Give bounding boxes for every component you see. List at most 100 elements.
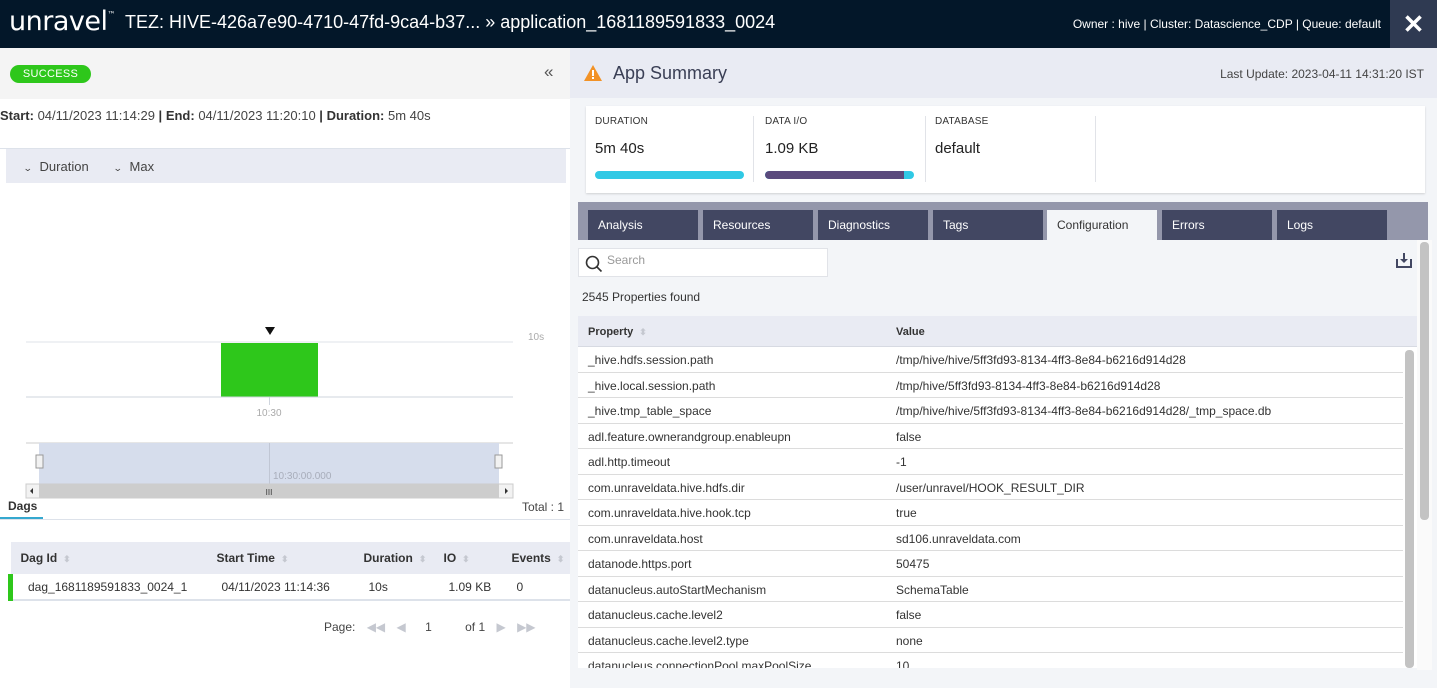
properties-found: 2545 Properties found — [582, 290, 701, 304]
col-label: Duration — [363, 551, 413, 565]
chart-svg: 10:30 10s 10:30:00.000 III — [25, 327, 544, 499]
table-row[interactable]: adl.feature.ownerandgroup.enableupn false — [578, 424, 1403, 449]
table-row[interactable]: com.unraveldata.host sd106.unraveldata.co… — [578, 526, 1403, 551]
download-icon[interactable] — [1396, 252, 1412, 268]
sort-icon: ⬍ — [280, 554, 289, 564]
table-row[interactable]: dag_1681189591833_0024_1 04/11/2023 11:1… — [8, 574, 570, 601]
dag-io: 1.09 KB — [433, 574, 502, 601]
tab-tags[interactable]: Tags — [933, 210, 1043, 240]
top-bar: unravel™ TEZ: HIVE-426a7e90-4710-47fd-9c… — [0, 0, 1437, 48]
dags-total: Total : 1 — [521, 500, 564, 514]
tab-dags[interactable]: Dags — [0, 494, 43, 520]
property-name: com.unraveldata.hive.hdfs.dir — [588, 480, 745, 495]
card-value: 1.09 KB — [765, 140, 819, 157]
table-row[interactable]: _hive.local.session.path/tmp/hive/5ff3fd… — [578, 373, 1403, 398]
pagination: Page: ◀◀ ◀ 1 of 1 ▶ ▶▶ — [324, 620, 544, 634]
collapse-panel-icon[interactable]: « — [544, 62, 553, 82]
y-tick-label: 10s — [528, 332, 544, 343]
run-times: Start: 04/11/2023 11:14:29 | End: 04/11/… — [0, 108, 431, 123]
first-page-icon[interactable]: ◀◀ — [367, 620, 385, 634]
col-events[interactable]: Events ⬍ — [501, 542, 570, 574]
table-row[interactable]: com.unraveldata.hive.hdfs.dir/user/unrav… — [578, 475, 1403, 500]
tab-errors[interactable]: Errors — [1162, 210, 1272, 240]
prev-page-icon[interactable]: ◀ — [397, 620, 406, 634]
property-value: /user/unravel/HOOK_RESULT_DIR — [896, 480, 1085, 495]
property-name: com.unraveldata.hive.hook.tcp — [588, 506, 751, 520]
page-label: Page: — [324, 620, 356, 634]
property-name: adl.http.timeout — [588, 455, 671, 469]
last-update: Last Update: 2023-04-11 14:31:20 IST — [1220, 67, 1424, 81]
tab-configuration[interactable]: Configuration — [1047, 210, 1157, 240]
duration-chart: 10:30 10s 10:30:00.000 III — [0, 183, 570, 503]
chevron-down-icon: ⌄ — [112, 163, 123, 173]
panel-scrollbar[interactable] — [1420, 242, 1429, 520]
chart-bar[interactable] — [221, 343, 318, 397]
last-page-icon[interactable]: ▶▶ — [517, 620, 535, 634]
table-row[interactable]: datanucleus.connectionPool.maxPoolSize 10 — [578, 653, 1403, 668]
table-scrollbar[interactable] — [1405, 350, 1414, 668]
marker-triangle-icon[interactable] — [265, 327, 275, 335]
property-value: false — [896, 429, 922, 444]
aggregation-label: Max — [129, 159, 155, 174]
table-row[interactable]: datanucleus.autoStartMechanism SchemaTabl… — [578, 577, 1403, 602]
tab-diagnostics[interactable]: Diagnostics — [818, 210, 928, 240]
metric-label: Duration — [39, 159, 89, 174]
col-label: IO — [443, 551, 457, 565]
page-number-input[interactable]: 1 — [425, 620, 432, 634]
property-value: /tmp/hive/5ff3fd93-8134-4ff3-8e84-b6216d… — [896, 378, 1161, 393]
property-name: com.unraveldata.host — [588, 531, 703, 546]
table-row[interactable]: _hive.hdfs.session.path/tmp/hive/hive/5f… — [578, 347, 1403, 373]
col-start-time[interactable]: Start Time ⬍ — [206, 542, 354, 574]
table-row[interactable]: _hive.tmp_table_space/tmp/hive/hive/5ff3… — [578, 398, 1403, 424]
table-header: Dag Id ⬍ Start Time ⬍ Duration ⬍ IO ⬍ Events… — [10, 542, 570, 574]
divider — [0, 519, 570, 520]
sort-icon: ⬍ — [556, 554, 565, 564]
navigator-handle-right[interactable] — [494, 454, 503, 469]
navigator-handle-left[interactable] — [35, 454, 44, 469]
aggregation-dropdown[interactable]: ⌄ Max — [112, 159, 155, 174]
property-name: adl.feature.ownerandgroup.enableupn — [588, 429, 791, 444]
app-summary-header: App Summary Last Update: 2023-04-11 14:3… — [570, 48, 1437, 98]
table-row[interactable]: datanode.https.port 50475 — [578, 551, 1403, 577]
tab-analysis[interactable]: Analysis — [588, 210, 698, 240]
chart-filter-bar: ⌄ Duration ⌄ Max — [6, 149, 566, 183]
col-dag-id[interactable]: Dag Id ⬍ — [10, 542, 207, 574]
tab-logs[interactable]: Logs — [1277, 210, 1387, 240]
dag-id[interactable]: dag_1681189591833_0024_1 — [8, 574, 207, 601]
col-duration[interactable]: Duration ⬍ — [353, 542, 434, 574]
warning-icon — [584, 65, 602, 81]
search-input[interactable] — [607, 253, 817, 267]
tab-resources[interactable]: Resources — [703, 210, 813, 240]
property-value: /tmp/hive/hive/5ff3fd93-8134-4ff3-8e84-b… — [896, 353, 1186, 367]
property-value: 50475 — [896, 557, 930, 571]
property-name: datanucleus.connectionPool.maxPoolSize — [588, 659, 812, 668]
table-row[interactable]: datanucleus.cache.level2 false — [578, 602, 1403, 628]
next-page-icon[interactable]: ▶ — [496, 620, 505, 634]
card-value: default — [935, 140, 981, 157]
table-row[interactable]: adl.http.timeout -1 — [578, 449, 1403, 475]
metric-dropdown[interactable]: ⌄ Duration — [23, 159, 89, 174]
col-property[interactable]: Property ⬍ — [588, 326, 647, 338]
property-value: sd106.unraveldata.com — [896, 531, 1021, 546]
sep: | — [315, 108, 327, 123]
summary-cards: DURATION 5m 40s DATA I/O 1.09 KB DATABAS… — [586, 106, 1425, 193]
data-io-bar-fill — [765, 171, 904, 179]
col-label: Start Time — [216, 551, 275, 565]
right-panel: App Summary Last Update: 2023-04-11 14:3… — [570, 48, 1437, 688]
close-icon: ✕ — [1402, 9, 1425, 39]
sep: | — [154, 108, 166, 123]
unravel-logo[interactable]: unravel™ — [9, 6, 115, 37]
x-tick-label: 10:30 — [256, 408, 281, 419]
table-row[interactable]: com.unraveldata.hive.hook.tcp true — [578, 500, 1403, 526]
left-panel: SUCCESS « Start: 04/11/2023 11:14:29 | E… — [0, 48, 570, 688]
col-io[interactable]: IO ⬍ — [433, 542, 502, 574]
property-name: datanucleus.cache.level2 — [588, 608, 723, 622]
close-button[interactable]: ✕ — [1390, 0, 1437, 48]
start-label: Start: — [0, 108, 34, 123]
dag-events: 0 — [501, 574, 570, 601]
col-label: Property — [588, 326, 634, 338]
card-label: DATA I/O — [765, 116, 808, 127]
table-row[interactable]: datanucleus.cache.level2.type none — [578, 628, 1403, 653]
duration-bar — [595, 171, 744, 179]
property-value: -1 — [896, 455, 907, 469]
